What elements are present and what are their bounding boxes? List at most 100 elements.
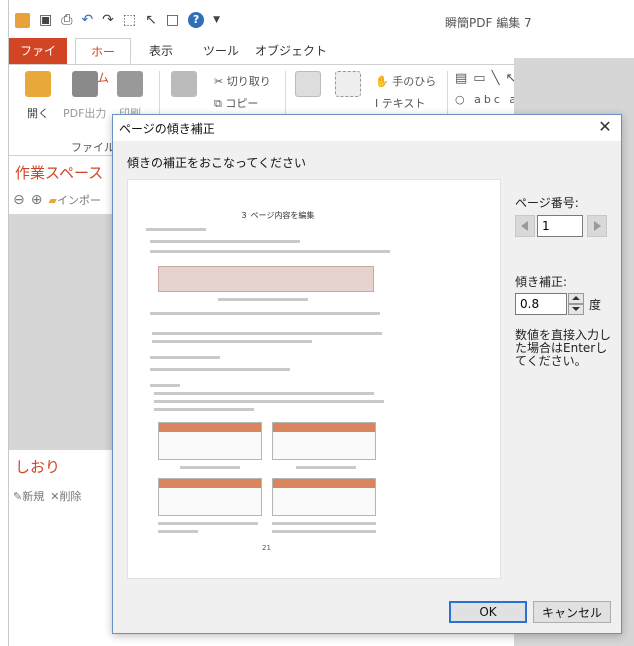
tab-view[interactable]: 表示 [139, 38, 183, 64]
text-label: テキスト [381, 97, 426, 110]
dialog-title: ページの傾き補正 [119, 122, 215, 136]
new-label: 新規 [22, 490, 45, 503]
spin-up-icon[interactable] [568, 293, 584, 304]
preview-text-line [150, 368, 290, 371]
previous-page-button[interactable] [515, 215, 535, 237]
preview-text-line [150, 356, 220, 359]
preview-screenshot [158, 422, 262, 460]
preview-text-line [146, 228, 206, 231]
app-logo-icon [15, 12, 30, 28]
clipboard-icon [171, 71, 197, 97]
workspace-toolbar: ⊖ ⊕ ▰インポー [13, 192, 101, 208]
customize-dropdown-icon[interactable]: ▼ [213, 12, 220, 28]
scissors-icon: ✂ [214, 75, 227, 88]
text-cursor-icon: I [375, 97, 382, 110]
tab-home[interactable]: ホーム [75, 38, 131, 85]
new-bookmark-button[interactable]: ✎新規 [13, 488, 44, 504]
ok-button[interactable]: OK [449, 601, 527, 623]
new-icon: ✎ [13, 490, 23, 503]
copy-button[interactable]: ⧉ コピー [214, 95, 258, 111]
preview-text-line [150, 384, 180, 387]
page-icon[interactable]: □ [166, 12, 179, 28]
delete-label: 削除 [59, 490, 82, 503]
pointer-icon[interactable]: ↖ [145, 12, 157, 28]
pdf-export-label: PDF出力 [63, 107, 107, 120]
dialog-title-bar: ページの傾き補正 ✕ [113, 115, 621, 141]
preview-text-line [150, 250, 390, 253]
pdf-export-icon [71, 71, 98, 97]
save-icon[interactable]: ▣ [39, 12, 52, 28]
open-label: 開く [27, 107, 49, 120]
preview-text-line [154, 400, 384, 403]
help-icon[interactable]: ? [188, 12, 205, 28]
preview-text-line [154, 392, 374, 395]
workspace-area [9, 214, 113, 450]
preview-text-line [154, 408, 254, 411]
zoom-tool-button[interactable] [335, 71, 361, 105]
printer-icon [117, 71, 143, 97]
preview-page-heading: ３ ページ内容を編集 [240, 211, 315, 220]
next-page-button[interactable] [587, 215, 607, 237]
page-number-input[interactable] [537, 215, 583, 237]
title-bar: ▣ ⎙ ↶ ↷ ⬚ ↖ □ ? ▼ 瞬簡PDF 編集 7 [9, 0, 634, 38]
preview-text-line [150, 240, 300, 243]
copy-icon: ⧉ [214, 97, 226, 110]
preview-text-line [152, 332, 382, 335]
zoom-in-icon[interactable]: ⊕ [31, 192, 43, 208]
print-icon[interactable]: ⎙ [61, 12, 72, 28]
hand-icon: ✋ [375, 75, 393, 88]
cut-label: 切り取り [226, 75, 271, 88]
tilt-correction-label: 傾き補正: [515, 275, 568, 289]
preview-text-line [218, 298, 308, 301]
preview-text-line [158, 530, 198, 533]
select-arrow-icon [295, 71, 321, 97]
preview-text-line [272, 530, 376, 533]
tilt-spinner[interactable] [568, 293, 584, 315]
tilt-correction-input[interactable] [515, 293, 567, 315]
delete-bookmark-button[interactable]: ✕削除 [50, 488, 81, 504]
import-button[interactable]: ▰インポー [48, 192, 100, 208]
pdf-export-button[interactable]: PDF出力 [63, 71, 106, 121]
hand-tool-button[interactable]: ✋ 手のひら [375, 73, 436, 89]
tab-tools[interactable]: ツール [193, 38, 249, 64]
preview-text-line [150, 312, 380, 315]
zoom-out-icon[interactable]: ⊖ [13, 192, 25, 208]
close-icon[interactable]: ✕ [595, 117, 615, 137]
tab-object[interactable]: オブジェクト [245, 38, 337, 64]
dialog-heading: 傾きの補正をおこなってください [127, 156, 307, 170]
cut-button[interactable]: ✂ 切り取り [214, 73, 271, 89]
redo-icon[interactable]: ↷ [102, 12, 114, 28]
preview-text-line [152, 340, 312, 343]
tab-file[interactable]: ファイル [9, 38, 67, 84]
preview-text-line [272, 522, 376, 525]
folder-open-icon [25, 71, 51, 97]
page-number-label: ページ番号: [515, 196, 579, 210]
preview-screenshot [158, 266, 374, 292]
hand-label: 手のひら [392, 75, 437, 88]
preview-page-number: 21 [262, 544, 271, 552]
quick-access-toolbar: ▣ ⎙ ↶ ↷ ⬚ ↖ □ ? ▼ [15, 12, 220, 28]
import-icon: ▰ [48, 194, 57, 207]
preview-screenshot [272, 422, 376, 460]
side-panel: 作業スペース ⊖ ⊕ ▰インポー しおり ✎新規 ✕削除 [9, 156, 113, 646]
undo-icon[interactable]: ↶ [81, 12, 93, 28]
zoom-icon [335, 71, 361, 97]
preview-screenshot [272, 478, 376, 516]
bookmark-title: しおり [15, 458, 61, 476]
workspace-title: 作業スペース [15, 164, 104, 182]
preview-text-line [158, 522, 258, 525]
copy-label: コピー [225, 97, 259, 110]
window-title: 瞬簡PDF 編集 7 [445, 16, 532, 30]
spin-down-icon[interactable] [568, 304, 584, 315]
preview-text-line [296, 466, 356, 469]
select-tool-button[interactable] [295, 71, 321, 105]
cancel-button[interactable]: キャンセル [533, 601, 611, 623]
preview-text-line [180, 466, 240, 469]
text-tool-button[interactable]: I テキスト [375, 95, 425, 111]
group-label-file: ファイル [71, 141, 115, 154]
bookmark-toolbar: ✎新規 ✕削除 [13, 488, 81, 504]
open-button[interactable]: 開く [25, 71, 51, 121]
select-area-icon[interactable]: ⬚ [123, 12, 136, 28]
paste-button[interactable] [171, 71, 197, 105]
instruction-text: 数値を直接入力した場合はEnterしてください。 [515, 328, 612, 368]
